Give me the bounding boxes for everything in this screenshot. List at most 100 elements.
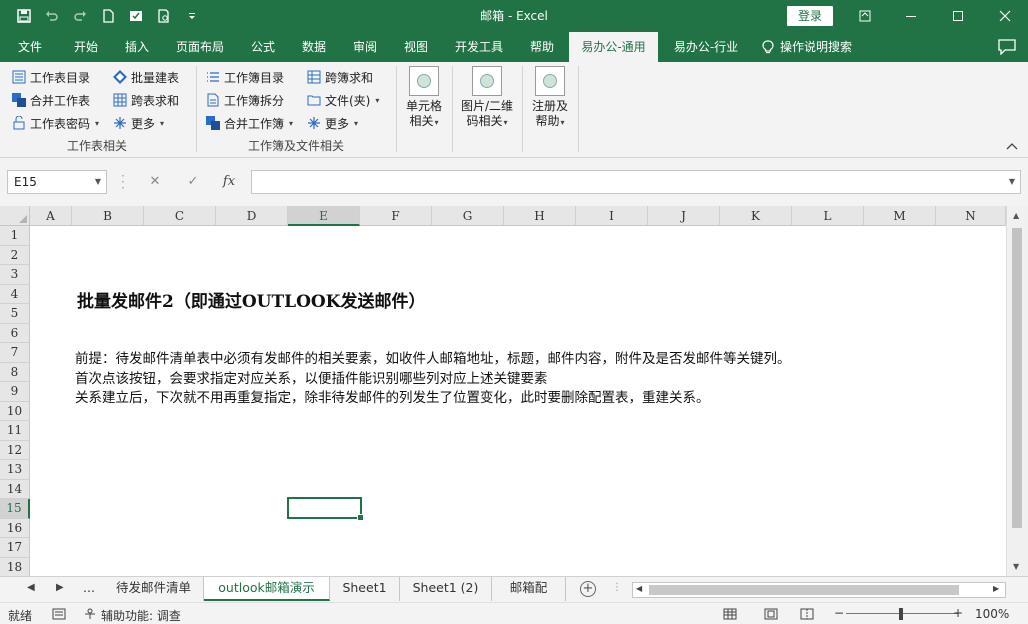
- insert-function-button[interactable]: fx: [214, 170, 244, 194]
- row-header[interactable]: 1: [0, 226, 30, 246]
- tab-view[interactable]: 视图: [396, 32, 436, 62]
- scroll-down-icon[interactable]: ▼: [1013, 562, 1019, 571]
- tab-developer[interactable]: 开发工具: [448, 32, 510, 62]
- column-header-i[interactable]: I: [576, 206, 648, 226]
- tab-file[interactable]: 文件: [10, 32, 50, 62]
- expand-formula-icon[interactable]: ▼: [1009, 177, 1015, 186]
- row-header[interactable]: 4: [0, 284, 30, 304]
- column-header-c[interactable]: C: [144, 206, 216, 226]
- row-header[interactable]: 3: [0, 265, 30, 285]
- tab-review[interactable]: 审阅: [345, 32, 385, 62]
- sheet-tab-mailbox-config[interactable]: 邮箱配: [492, 577, 566, 601]
- cross-workbook-sum-button[interactable]: 跨簿求和: [307, 68, 373, 86]
- row-header-selected[interactable]: 15: [0, 499, 30, 519]
- row-header[interactable]: 8: [0, 362, 30, 382]
- tab-yibangong-general[interactable]: 易办公-通用: [569, 32, 658, 62]
- vertical-scrollbar[interactable]: ▲ ▼: [1006, 206, 1028, 576]
- prev-sheet-icon[interactable]: ◀: [27, 582, 35, 593]
- cell-tools-button[interactable]: 单元格 相关▾: [401, 66, 447, 130]
- row-header[interactable]: 16: [0, 518, 30, 538]
- column-header-k[interactable]: K: [720, 206, 792, 226]
- more-sheet-tools-button[interactable]: 更多 ▾: [113, 114, 164, 132]
- new-file-button[interactable]: [94, 0, 122, 32]
- column-header-n[interactable]: N: [936, 206, 1006, 226]
- tab-insert[interactable]: 插入: [117, 32, 157, 62]
- cancel-entry-button[interactable]: ✕: [140, 170, 170, 194]
- cell-area[interactable]: 批量发邮件2（即通过OUTLOOK发送邮件） 前提：待发邮件清单表中必须有发邮件…: [30, 226, 1006, 576]
- tab-page-layout[interactable]: 页面布局: [170, 32, 230, 62]
- column-header-j[interactable]: J: [648, 206, 720, 226]
- file-folder-button[interactable]: 文件(夹) ▾: [307, 91, 379, 109]
- sheet-tab-outlook-demo[interactable]: outlook邮箱演示: [204, 577, 330, 601]
- formula-bar-grip[interactable]: · · ·: [121, 170, 125, 194]
- sheet-tab-sheet1-2[interactable]: Sheet1 (2): [400, 577, 492, 601]
- login-button[interactable]: 登录: [787, 6, 833, 26]
- maximize-button[interactable]: [935, 0, 981, 32]
- horizontal-scrollbar[interactable]: ◀ ▶: [632, 582, 1006, 598]
- zoom-out-icon[interactable]: −: [834, 606, 844, 620]
- row-header[interactable]: 18: [0, 557, 30, 576]
- column-header-h[interactable]: H: [504, 206, 576, 226]
- page-break-view-icon[interactable]: [800, 608, 814, 620]
- more-workbook-tools-button[interactable]: 更多 ▾: [307, 114, 358, 132]
- column-header-g[interactable]: G: [432, 206, 504, 226]
- close-button[interactable]: [982, 0, 1028, 32]
- tell-me-search[interactable]: 操作说明搜索: [762, 32, 872, 62]
- formula-input[interactable]: ▼: [251, 170, 1021, 194]
- next-sheet-icon[interactable]: ▶: [56, 582, 64, 593]
- merge-workbooks-button[interactable]: 合并工作簿 ▾: [206, 114, 293, 132]
- row-header[interactable]: 7: [0, 343, 30, 363]
- image-qrcode-button[interactable]: 图片/二维 码相关▾: [456, 66, 518, 130]
- vertical-scroll-thumb[interactable]: [1012, 228, 1022, 528]
- collapse-ribbon-icon[interactable]: [1006, 142, 1018, 150]
- confirm-entry-button[interactable]: ✓: [178, 170, 208, 194]
- scroll-right-icon[interactable]: ▶: [993, 584, 999, 593]
- workbook-index-button[interactable]: 工作簿目录: [206, 68, 284, 86]
- scroll-left-icon[interactable]: ◀: [636, 584, 642, 593]
- sheet-tab-sheet1[interactable]: Sheet1: [330, 577, 400, 601]
- row-header[interactable]: 10: [0, 401, 30, 421]
- page-layout-view-icon[interactable]: [764, 608, 778, 620]
- macro-record-icon[interactable]: [52, 608, 66, 620]
- undo-button[interactable]: [38, 0, 66, 32]
- active-cell-e15[interactable]: [287, 497, 364, 521]
- row-header[interactable]: 5: [0, 304, 30, 324]
- sheet-password-button[interactable]: 工作表密码 ▾: [12, 114, 99, 132]
- add-sheet-button[interactable]: +: [580, 581, 596, 597]
- customize-qat-button[interactable]: [178, 0, 206, 32]
- zoom-in-icon[interactable]: +: [953, 606, 963, 620]
- tab-home[interactable]: 开始: [66, 32, 106, 62]
- zoom-level[interactable]: 100%: [975, 607, 1009, 621]
- redo-button[interactable]: [66, 0, 94, 32]
- tab-help[interactable]: 帮助: [522, 32, 562, 62]
- tab-data[interactable]: 数据: [294, 32, 334, 62]
- row-header[interactable]: 6: [0, 323, 30, 343]
- ribbon-display-options-button[interactable]: [842, 0, 888, 32]
- merge-sheets-button[interactable]: 合并工作表: [12, 91, 90, 109]
- register-help-button[interactable]: 注册及 帮助▾: [527, 66, 573, 130]
- row-header[interactable]: 13: [0, 460, 30, 480]
- save-button[interactable]: [10, 0, 38, 32]
- row-header[interactable]: 2: [0, 245, 30, 265]
- row-header[interactable]: 17: [0, 538, 30, 558]
- zoom-slider-thumb[interactable]: [899, 608, 903, 620]
- scroll-up-icon[interactable]: ▲: [1013, 211, 1019, 220]
- comment-icon[interactable]: [998, 39, 1016, 55]
- print-preview-button[interactable]: [150, 0, 178, 32]
- column-header-e[interactable]: E: [288, 206, 360, 226]
- column-header-m[interactable]: M: [864, 206, 936, 226]
- row-header[interactable]: 11: [0, 421, 30, 441]
- horizontal-scroll-thumb[interactable]: [649, 585, 959, 595]
- sheet-tab-pending-mail-list[interactable]: 待发邮件清单: [104, 577, 204, 601]
- cross-sheet-sum-button[interactable]: 跨表求和: [113, 91, 179, 109]
- select-all-button[interactable]: [0, 206, 30, 226]
- column-header-f[interactable]: F: [360, 206, 432, 226]
- row-header[interactable]: 14: [0, 479, 30, 499]
- column-header-b[interactable]: B: [72, 206, 144, 226]
- normal-view-icon[interactable]: [723, 608, 737, 620]
- touch-mode-button[interactable]: [122, 0, 150, 32]
- split-workbook-button[interactable]: 工作簿拆分: [206, 91, 284, 109]
- row-header[interactable]: 9: [0, 382, 30, 402]
- more-sheets-ellipsis[interactable]: ...: [74, 577, 104, 601]
- column-header-d[interactable]: D: [216, 206, 288, 226]
